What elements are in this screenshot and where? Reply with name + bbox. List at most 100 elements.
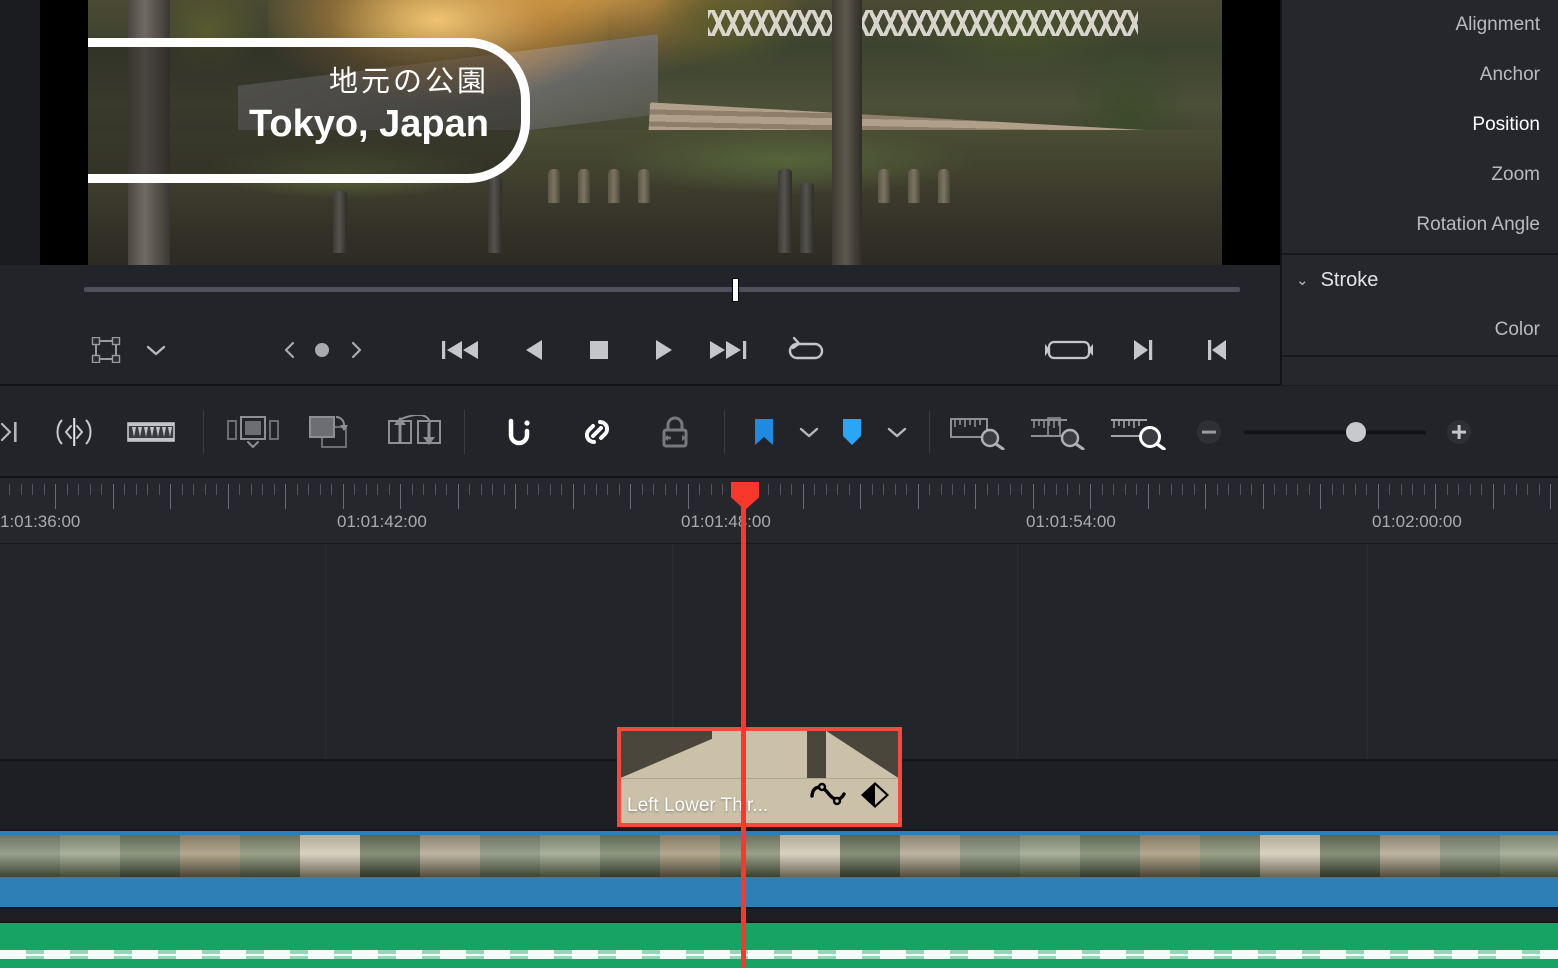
ruler-tick-major [630,484,631,509]
viewer-scrubber-playhead[interactable] [732,278,739,302]
inspector-row-color[interactable]: Color [1282,305,1558,355]
keyframe-diamond-icon[interactable] [859,780,891,815]
marker-dropdown-chevron-icon[interactable] [876,400,918,464]
insert-clip-icon[interactable] [224,400,282,464]
inspector-row-rotation-angle[interactable]: Rotation Angle [1282,200,1558,250]
zoom-out-button[interactable] [1186,400,1232,464]
mark-in-button[interactable] [1192,327,1242,373]
ruler-tick-minor [906,484,907,495]
ruler-tick-minor [1194,484,1195,495]
zoom-detail-icon[interactable] [1026,400,1088,464]
ruler-tick-minor [492,484,493,495]
ruler-tick-minor [1021,484,1022,495]
ruler-tick-minor [929,484,930,495]
ruler-tick-minor [354,484,355,495]
viewer-video-frame[interactable]: 地元の公園 Tokyo, Japan [40,0,1280,265]
ruler-tick-major [1493,484,1494,509]
ruler-tick-minor [1056,484,1057,495]
flag-icon[interactable] [740,400,788,464]
ruler-tick-minor [504,484,505,495]
ruler-tick-minor [90,484,91,495]
viewer-scrubber-track[interactable] [84,287,1240,292]
zoom-in-button[interactable] [1436,400,1482,464]
ruler-tick-minor [676,484,677,495]
transform-tool-dropdown-chevron-icon[interactable] [136,327,176,373]
ruler-tick-minor [711,484,712,495]
ruler-tick-minor [1217,484,1218,495]
toolbar-divider [724,410,725,454]
inspector-row-anchor[interactable]: Anchor [1282,50,1558,100]
flag-dropdown-chevron-icon[interactable] [788,400,830,464]
timeline-clip-video[interactable] [0,829,1558,909]
play-reverse-button[interactable] [510,327,560,373]
link-clips-icon[interactable] [570,400,624,464]
timeline-clip-title[interactable]: Left Lower Thir... [617,727,902,827]
ruler-tick-major [1205,484,1206,509]
clip-thumbnail [840,835,900,877]
play-button[interactable] [638,327,688,373]
ruler-tick-major [1263,484,1264,509]
stop-button[interactable] [574,327,624,373]
ruler-tick-major [573,484,574,509]
lock-track-icon[interactable] [648,400,702,464]
inspector-row-position[interactable]: Position [1282,100,1558,150]
inspector-label-rotation-angle: Rotation Angle [1416,214,1540,236]
timeline-gridline [1367,544,1368,761]
next-keyframe-button[interactable] [338,327,374,373]
ruler-tick-major [228,484,229,509]
ruler-tick-minor [837,484,838,495]
loop-range-button[interactable] [1042,327,1096,373]
jump-to-start-button[interactable] [436,327,486,373]
ruler-tick-minor [941,484,942,495]
ruler-tick-minor [665,484,666,495]
ruler-tick-minor [1274,484,1275,495]
keyframe-curve-icon[interactable] [806,780,852,815]
ruler-tick-major [1033,484,1034,509]
jump-to-end-button[interactable] [704,327,754,373]
clip-thumbnail [780,835,840,877]
ruler-tick-minor [964,484,965,495]
transform-tool-button[interactable] [82,327,130,373]
chevron-down-icon[interactable]: ⌄ [1296,271,1309,289]
lower-third-title-graphic[interactable]: 地元の公園 Tokyo, Japan [88,38,530,183]
ruler-tick-minor [1125,484,1126,495]
ruler-tick-minor [883,484,884,495]
expand-timeline-icon[interactable] [0,400,36,464]
inspector-section-stroke[interactable]: ⌄ Stroke [1282,255,1558,305]
clip-thumbnail [0,835,60,877]
overwrite-clip-icon[interactable] [304,400,362,464]
prev-keyframe-button[interactable] [272,327,308,373]
zoom-custom-icon[interactable] [1106,400,1168,464]
timeline-zoom-slider[interactable] [1240,400,1430,464]
trim-edit-mode-icon[interactable] [48,400,100,464]
scene-bollard [778,169,792,253]
ruler-tick-minor [780,484,781,495]
add-keyframe-button[interactable] [304,327,340,373]
ruler-tick-minor [124,484,125,495]
blade-edit-mode-icon[interactable] [124,400,178,464]
ruler-tick-major [1148,484,1149,509]
ruler-tick-minor [619,484,620,495]
ruler-tick-minor [1309,484,1310,495]
ruler-tick-minor [872,484,873,495]
ruler-tick-minor [239,484,240,495]
inspector-row-alignment[interactable]: Alignment [1282,0,1558,50]
snapping-icon[interactable] [492,400,546,464]
replace-clip-icon[interactable] [384,400,444,464]
scene-log-post [578,169,590,203]
ruler-tick-minor [262,484,263,495]
ruler-tick-minor [469,484,470,495]
marker-icon[interactable] [828,400,876,464]
inspector-row-zoom[interactable]: Zoom [1282,150,1558,200]
timeline-clip-audio[interactable] [0,921,1558,968]
timeline-ruler[interactable]: 1:01:36:00 01:01:42:00 01:01:48:00 01:01… [0,478,1558,544]
ruler-tick-minor [826,484,827,495]
ruler-tick-minor [78,484,79,495]
ruler-tick-minor [44,484,45,495]
timeline[interactable]: 1:01:36:00 01:01:42:00 01:01:48:00 01:01… [0,478,1558,968]
mark-out-button[interactable] [1118,327,1168,373]
viewer-scrubber[interactable] [40,265,1280,315]
zoom-to-fit-icon[interactable] [946,400,1008,464]
timeline-tracks[interactable]: Left Lower Thir... [0,544,1558,968]
loop-button[interactable] [780,327,832,373]
